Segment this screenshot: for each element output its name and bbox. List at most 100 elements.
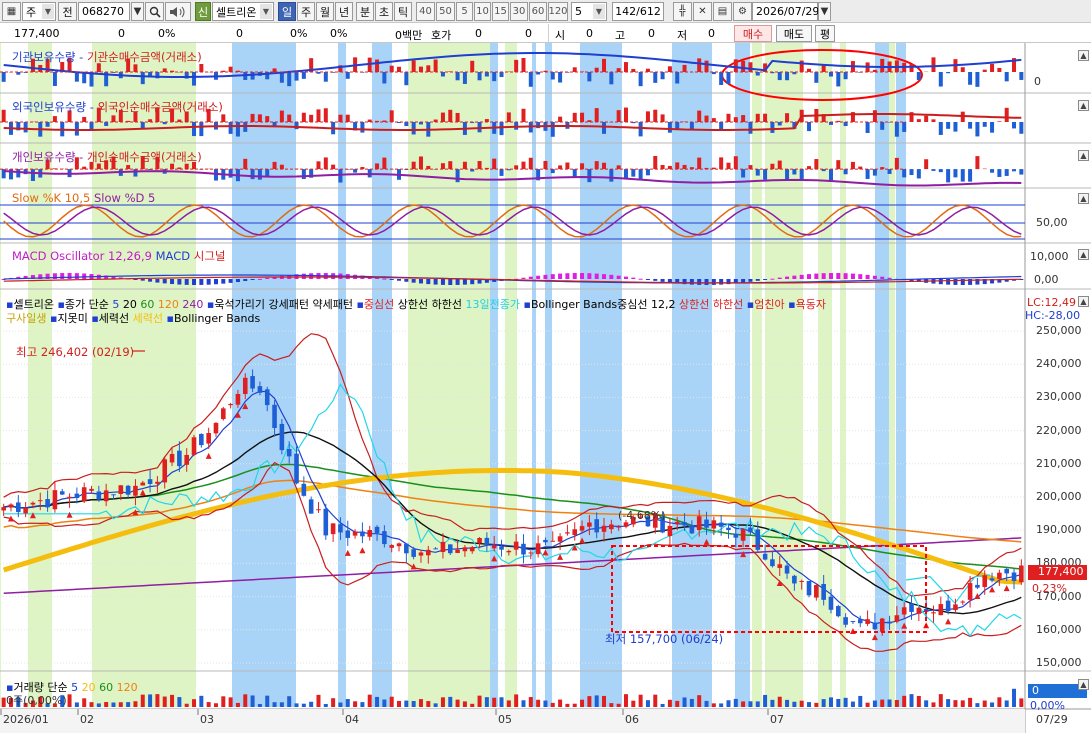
candle-body: [528, 552, 534, 554]
candle-body: [784, 565, 790, 574]
tab-month[interactable]: 월: [316, 2, 334, 21]
market-select[interactable]: 주 ▼: [22, 2, 56, 21]
stock-code-input[interactable]: 068270: [78, 2, 130, 21]
macd-bar: [250, 279, 255, 280]
chevron-down-icon: ▼: [42, 4, 54, 19]
foreign-bar: [711, 118, 716, 122]
crosshair-icon[interactable]: ✕: [693, 2, 712, 21]
volume-bar: [653, 694, 658, 707]
indiv-bar: [733, 156, 738, 170]
prev-button[interactable]: 전: [58, 2, 77, 21]
stock-name-select[interactable]: 셀트리온 ▼: [212, 2, 274, 21]
interval-50[interactable]: 50: [436, 2, 455, 21]
panel-collapse-icon[interactable]: ▲: [1078, 100, 1089, 111]
interval-60[interactable]: 60: [529, 2, 547, 21]
candle-body: [426, 549, 431, 556]
volume-bar: [924, 700, 929, 707]
volume-bar: [770, 699, 775, 707]
buy-signal-arrow: [945, 618, 952, 625]
gear-icon[interactable]: ⚙: [733, 2, 752, 21]
indiv-bar: [682, 164, 687, 170]
buy-button[interactable]: 매수: [734, 25, 772, 42]
interval-select[interactable]: 5 ▼: [571, 2, 607, 21]
inst-bar: [192, 72, 197, 86]
sell-button[interactable]: 매도: [776, 25, 812, 42]
macd-bar: [382, 278, 387, 280]
panel-collapse-icon[interactable]: ▲: [1078, 193, 1089, 204]
macd-bar: [148, 279, 153, 282]
indiv-bar: [814, 159, 819, 170]
average-button[interactable]: 평: [815, 25, 835, 42]
volume-bar: [931, 702, 936, 707]
candle-body: [235, 394, 241, 405]
volume-bar: [872, 700, 877, 707]
slow-legend: Slow %K 10,5 Slow %D 5: [12, 191, 156, 205]
candle-body: [989, 578, 995, 581]
price-tick-label: 200,000: [1036, 490, 1082, 503]
indiv-bar: [763, 169, 768, 180]
interval-30[interactable]: 30: [510, 2, 528, 21]
panel-collapse-icon[interactable]: ▲: [1078, 50, 1089, 61]
panel-collapse-icon[interactable]: ▲: [1078, 296, 1089, 307]
foreign-bar: [316, 109, 321, 122]
chart-menu-icon[interactable]: ▦: [2, 2, 21, 21]
search-icon[interactable]: [145, 2, 164, 21]
chevron-down-icon[interactable]: ▼: [818, 2, 831, 21]
tab-day[interactable]: 일: [278, 2, 296, 21]
candle-body: [308, 499, 314, 514]
panel-collapse-icon[interactable]: ▲: [1078, 249, 1089, 260]
macd-bar: [763, 279, 768, 280]
price-tick-label: 150,000: [1036, 656, 1082, 669]
tab-minute[interactable]: 분: [356, 2, 374, 21]
indiv-bar: [902, 169, 907, 178]
grid-icon[interactable]: ╬: [673, 2, 692, 21]
date-input[interactable]: 2026/07/29: [752, 2, 819, 21]
candle-body: [8, 504, 14, 508]
price-tick-label: 160,000: [1036, 622, 1082, 636]
interval-120[interactable]: 120: [548, 2, 568, 21]
speaker-icon[interactable]: [165, 2, 191, 21]
macd-bar: [550, 274, 555, 279]
stock-chart[interactable]: 기관보유수량 - 기관순매수금액(거래소) 외국인보유수량 - 외국인순매수금액…: [0, 43, 1091, 733]
inst-bar: [726, 72, 731, 84]
volume-bar: [807, 702, 812, 707]
volume-bar: [960, 700, 965, 707]
panel-collapse-icon[interactable]: ▲: [1078, 679, 1089, 690]
save-icon[interactable]: ▤: [713, 2, 732, 21]
volume-bar: [74, 702, 79, 707]
tab-week[interactable]: 주: [297, 2, 315, 21]
interval-40[interactable]: 40: [416, 2, 435, 21]
volume-bar: [506, 700, 511, 707]
tab-year[interactable]: 년: [335, 2, 353, 21]
volume-bar: [887, 699, 892, 707]
chevron-down-icon: ▼: [260, 4, 272, 19]
inst-bar: [382, 72, 387, 84]
interval-5[interactable]: 5: [456, 2, 473, 21]
candle-body: [228, 403, 233, 406]
foreign-bar: [111, 115, 116, 122]
chevron-down-icon[interactable]: ▼: [131, 2, 144, 21]
candle-body: [411, 549, 416, 557]
volume-bar: [250, 695, 255, 707]
candle-body: [521, 543, 526, 555]
price-tag: 177,400: [1028, 565, 1087, 580]
inst-bar: [975, 72, 980, 87]
chart-canvas[interactable]: [0, 43, 1091, 733]
tab-tick[interactable]: 틱: [394, 2, 412, 21]
open-label: 시: [555, 29, 566, 42]
macd-bar: [177, 279, 182, 285]
inst-bar: [397, 66, 402, 72]
candle-body: [469, 547, 475, 552]
candle-body: [733, 533, 739, 538]
volume-bar: [301, 703, 306, 707]
candle-body: [389, 545, 394, 548]
candle-body: [909, 603, 914, 612]
macd-bar: [462, 279, 467, 285]
high-annotation: 최고 246,402 (02/19): [16, 345, 135, 359]
interval-10[interactable]: 10: [474, 2, 491, 21]
tab-second[interactable]: 초: [375, 2, 393, 21]
interval-15[interactable]: 15: [492, 2, 509, 21]
panel-collapse-icon[interactable]: ▲: [1078, 150, 1089, 161]
macd-bar: [433, 279, 438, 285]
foreign-bar: [550, 122, 555, 137]
